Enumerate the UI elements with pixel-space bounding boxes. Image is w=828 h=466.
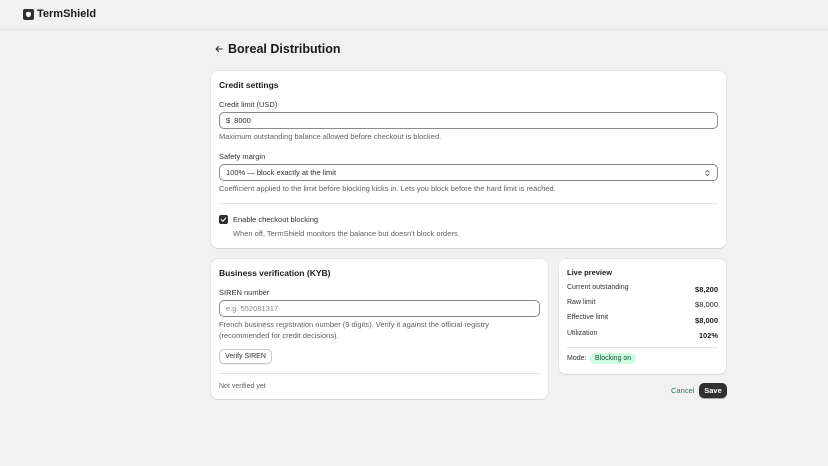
mode-label: Mode: xyxy=(567,355,587,362)
preview-row-label: Utilization xyxy=(567,330,598,337)
top-bar: TermShield xyxy=(0,0,828,30)
page-title: Boreal Distribution xyxy=(228,42,341,56)
siren-help-line-2: (recommended for credit decisions). xyxy=(219,331,339,340)
siren-label: SIREN number xyxy=(219,288,270,297)
live-preview-title: Live preview xyxy=(567,268,613,277)
preview-row-value: $8,200 xyxy=(695,285,718,294)
preview-row-value: 102% xyxy=(698,331,718,340)
app-name: TermShield xyxy=(37,8,97,20)
credit-settings-title: Credit settings xyxy=(219,80,279,90)
verify-siren-button[interactable]: Verify SIREN xyxy=(219,349,272,364)
select-chevron-icon xyxy=(704,168,711,178)
preview-row-label: Effective limit xyxy=(567,314,609,321)
kyb-divider xyxy=(219,373,540,374)
safety-margin-help: Coefficient applied to the limit before … xyxy=(219,184,556,193)
safety-margin-value: 100% — block exactly at the limit xyxy=(226,168,337,177)
safety-margin-label: Safety margin xyxy=(219,152,266,161)
siren-help-line-1: French business registration number (9 d… xyxy=(219,320,489,329)
checkmark-icon xyxy=(220,217,227,222)
safety-margin-select[interactable]: 100% — block exactly at the limit xyxy=(219,164,718,181)
save-button[interactable]: Save xyxy=(699,383,727,398)
credit-limit-label: Credit limit (USD) xyxy=(219,100,278,109)
preview-row-value: $8,000 xyxy=(695,316,718,325)
credit-settings-card: Credit settings Credit limit (USD) $ 800… xyxy=(211,71,726,248)
preview-row-value: $8,000 xyxy=(695,300,718,309)
preview-row-label: Raw limit xyxy=(567,299,596,306)
page-header: Boreal Distribution xyxy=(213,42,341,56)
siren-placeholder: e.g. 552081317 xyxy=(226,304,279,313)
checkout-blocking-label[interactable]: Enable checkout blocking xyxy=(233,215,318,224)
credit-limit-help: Maximum outstanding balance allowed befo… xyxy=(219,132,442,141)
live-preview-card: Live preview Current outstanding $8,200 … xyxy=(559,259,726,374)
mode-status-badge: Blocking on xyxy=(590,353,637,364)
shield-icon xyxy=(23,8,34,20)
checkout-blocking-checkbox[interactable] xyxy=(219,215,228,224)
kyb-card: Business verification (KYB) SIREN number… xyxy=(211,259,548,399)
brand[interactable]: TermShield xyxy=(23,8,96,20)
currency-prefix: $ xyxy=(226,116,231,125)
credit-limit-value: 8000 xyxy=(234,116,251,125)
siren-input[interactable]: e.g. 552081317 xyxy=(219,300,540,317)
arrow-left-icon[interactable] xyxy=(213,44,224,55)
credit-limit-input[interactable]: $ 8000 xyxy=(219,112,718,129)
preview-divider xyxy=(567,347,718,348)
preview-row-label: Current outstanding xyxy=(567,284,629,291)
checkout-blocking-help: When off, TermShield monitors the balanc… xyxy=(233,229,460,238)
section-divider xyxy=(219,203,718,204)
kyb-title: Business verification (KYB) xyxy=(219,268,331,278)
cancel-button[interactable]: Cancel xyxy=(671,386,694,395)
verification-status: Not verified yet xyxy=(219,383,266,390)
